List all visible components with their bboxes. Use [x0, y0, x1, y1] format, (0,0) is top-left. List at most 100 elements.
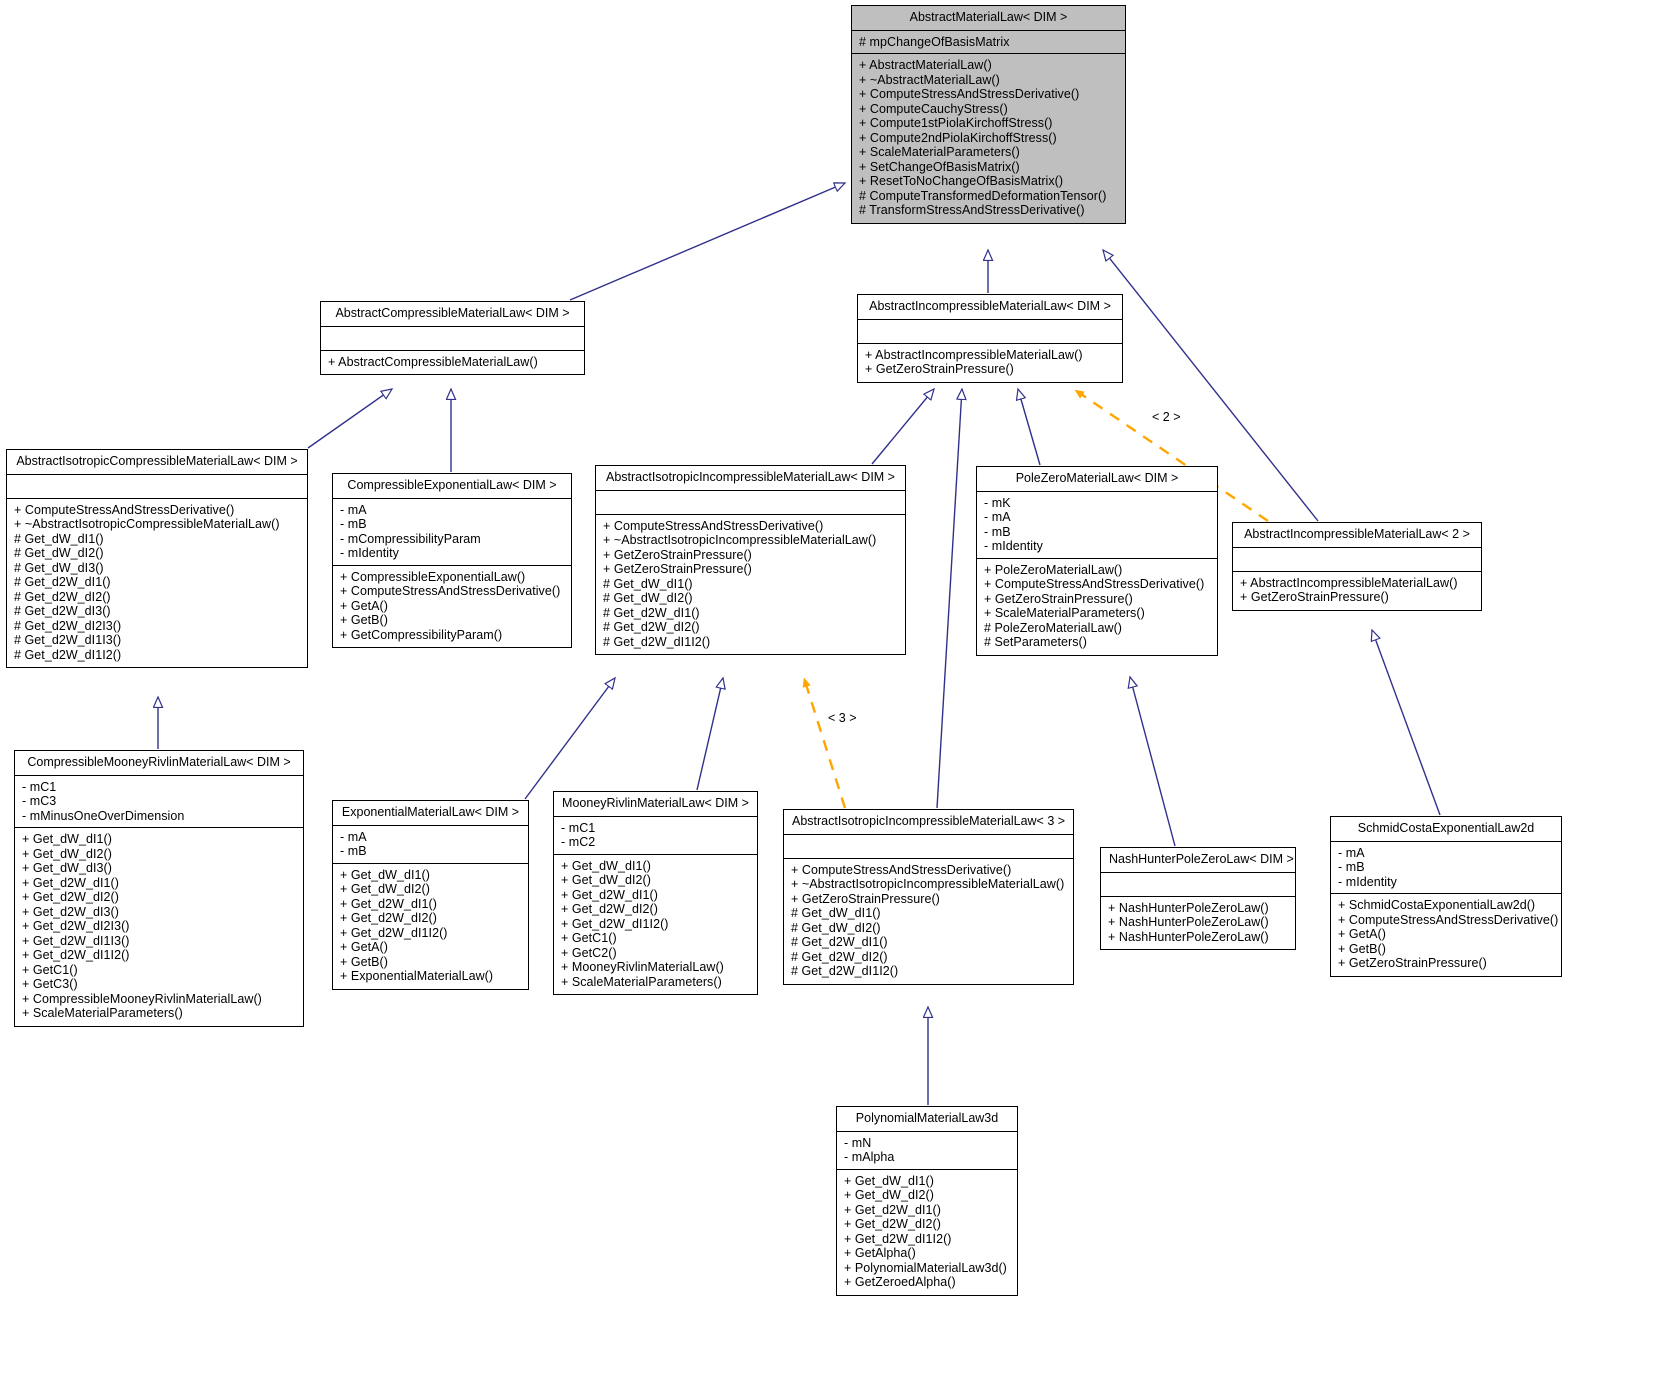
attribute: - mAlpha [844, 1150, 895, 1164]
operation: + Compute2ndPiolaKirchoffStress() [859, 130, 1057, 145]
class-title: PolynomialMaterialLaw3d [837, 1107, 1017, 1132]
operation: + ~AbstractMaterialLaw() [859, 72, 1000, 87]
class-title: CompressibleExponentialLaw< DIM > [333, 474, 571, 499]
operation: + Get_dW_dI2() [22, 846, 112, 861]
class-title: NashHunterPoleZeroLaw< DIM > [1101, 848, 1295, 873]
class-node-abstract-isotropic-compressible-material-law[interactable]: AbstractIsotropicCompressibleMaterialLaw… [6, 449, 308, 668]
class-title: MooneyRivlinMaterialLaw< DIM > [554, 792, 757, 817]
class-operations: + CompressibleExponentialLaw() + Compute… [333, 566, 571, 648]
class-node-abstract-isotropic-incompressible-material-law[interactable]: AbstractIsotropicIncompressibleMaterialL… [595, 465, 906, 655]
operation: + ~AbstractIsotropicIncompressibleMateri… [791, 877, 1065, 891]
class-node-polynomial-material-law-3d[interactable]: PolynomialMaterialLaw3d - mN - mAlpha + … [836, 1106, 1018, 1296]
operation: # Get_d2W_dI1() [14, 575, 111, 589]
operation: + Get_d2W_dI2() [340, 911, 437, 925]
operation: # Get_dW_dI2() [791, 920, 881, 935]
operation: # Get_dW_dI2() [603, 591, 693, 605]
operation: + NashHunterPoleZeroLaw() [1108, 929, 1269, 944]
operation: + GetA() [1338, 927, 1386, 941]
operation: # SetParameters() [984, 635, 1087, 649]
operation: + GetC2() [561, 945, 617, 960]
operation: + GetB() [1338, 941, 1386, 956]
operation: + GetA() [340, 940, 388, 954]
operation: + AbstractIncompressibleMaterialLaw() [865, 347, 1083, 362]
attribute: - mA [1338, 845, 1365, 860]
class-node-compressible-mooney-rivlin-material-law[interactable]: CompressibleMooneyRivlinMaterialLaw< DIM… [14, 750, 304, 1027]
operation: + Compute1stPiolaKirchoffStress() [859, 116, 1053, 130]
class-operations: + Get_dW_dI1() + Get_dW_dI2() + Get_d2W_… [554, 855, 757, 995]
operation: # Get_d2W_dI1I2() [791, 964, 899, 978]
class-operations: + ComputeStressAndStressDerivative() + ~… [7, 499, 307, 668]
class-node-nash-hunter-pole-zero-law[interactable]: NashHunterPoleZeroLaw< DIM > + NashHunte… [1100, 847, 1296, 950]
operation: # Get_dW_dI1() [14, 531, 104, 546]
class-node-abstract-incompressible-material-law-2[interactable]: AbstractIncompressibleMaterialLaw< 2 > +… [1232, 522, 1482, 611]
class-operations: + PoleZeroMaterialLaw() + ComputeStressA… [977, 559, 1217, 655]
class-title: AbstractIncompressibleMaterialLaw< 2 > [1233, 523, 1481, 548]
class-attributes [784, 835, 1073, 859]
class-node-mooney-rivlin-material-law[interactable]: MooneyRivlinMaterialLaw< DIM > - mC1 - m… [553, 791, 758, 995]
class-title: AbstractIsotropicIncompressibleMaterialL… [784, 810, 1073, 835]
operation: + ComputeStressAndStressDerivative() [859, 87, 1080, 101]
operation: + GetB() [340, 954, 388, 969]
operation: # Get_d2W_dI1I2() [603, 634, 711, 649]
operation: + GetC1() [22, 962, 78, 977]
class-node-abstract-incompressible-material-law[interactable]: AbstractIncompressibleMaterialLaw< DIM >… [857, 294, 1123, 383]
operation: + GetC1() [561, 931, 617, 945]
operation: # Get_d2W_dI2() [603, 620, 700, 634]
operation: + Get_d2W_dI1I2() [561, 916, 669, 931]
operation: + GetB() [340, 613, 388, 627]
operation: + Get_d2W_dI1() [561, 887, 658, 902]
operation: + Get_dW_dI1() [22, 832, 112, 846]
operation: + GetZeroStrainPressure() [1240, 590, 1389, 604]
operation: + GetCompressibilityParam() [340, 627, 503, 642]
operation: + Get_d2W_dI1I2() [844, 1231, 952, 1246]
operation: + ResetToNoChangeOfBasisMatrix() [859, 174, 1064, 188]
operation: + Get_dW_dI3() [22, 861, 112, 875]
class-operations: + AbstractMaterialLaw() + ~AbstractMater… [852, 54, 1125, 223]
attribute: # mpChangeOfBasisMatrix [859, 34, 1010, 49]
operation: + Get_d2W_dI1() [844, 1202, 941, 1217]
operation: + Get_d2W_dI2() [561, 902, 658, 916]
operation: # Get_d2W_dI1I2() [14, 647, 122, 662]
operation: + ScaleMaterialParameters() [22, 1006, 183, 1020]
attribute: - mK [984, 495, 1011, 510]
operation: + Get_dW_dI2() [561, 873, 651, 887]
class-title: AbstractIncompressibleMaterialLaw< DIM > [858, 295, 1122, 320]
attribute: - mC1 [22, 779, 57, 794]
operation: + AbstractMaterialLaw() [859, 58, 992, 72]
operation: + SetChangeOfBasisMatrix() [859, 159, 1020, 174]
class-node-schmid-costa-exponential-law-2d[interactable]: SchmidCostaExponentialLaw2d - mA - mB - … [1330, 816, 1562, 977]
operation: + Get_dW_dI1() [844, 1173, 934, 1188]
attribute: - mCompressibilityParam [340, 531, 481, 546]
operation: + ~AbstractIsotropicCompressibleMaterial… [14, 517, 280, 531]
operation: + ComputeStressAndStressDerivative() [14, 502, 235, 517]
class-attributes: # mpChangeOfBasisMatrix [852, 31, 1125, 54]
class-operations: + AbstractIncompressibleMaterialLaw() + … [1233, 572, 1481, 610]
attribute: - mB [340, 517, 367, 531]
class-title: AbstractIsotropicCompressibleMaterialLaw… [7, 450, 307, 475]
operation: # PoleZeroMaterialLaw() [984, 620, 1123, 635]
operation: + CompressibleMooneyRivlinMaterialLaw() [22, 991, 262, 1006]
class-node-compressible-exponential-law[interactable]: CompressibleExponentialLaw< DIM > - mA -… [332, 473, 572, 648]
class-node-abstract-compressible-material-law[interactable]: AbstractCompressibleMaterialLaw< DIM > +… [320, 301, 585, 375]
class-attributes: - mC1 - mC3 - mMinusOneOverDimension [15, 776, 303, 828]
class-node-abstract-isotropic-incompressible-material-law-3[interactable]: AbstractIsotropicIncompressibleMaterialL… [783, 809, 1074, 985]
class-node-abstract-material-law[interactable]: AbstractMaterialLaw< DIM > # mpChangeOfB… [851, 5, 1126, 224]
class-attributes: - mN - mAlpha [837, 1132, 1017, 1170]
relationship-edges [0, 0, 1441, 1105]
operation: + AbstractCompressibleMaterialLaw() [328, 354, 538, 369]
class-operations: + SchmidCostaExponentialLaw2d() + Comput… [1331, 894, 1561, 976]
operation: + MooneyRivlinMaterialLaw() [561, 960, 724, 974]
attribute: - mB [340, 844, 367, 858]
operation: + ScaleMaterialParameters() [859, 145, 1020, 159]
operation: + SchmidCostaExponentialLaw2d() [1338, 898, 1536, 912]
class-operations: + ComputeStressAndStressDerivative() + ~… [784, 859, 1073, 984]
attribute: - mA [340, 829, 367, 844]
operation: + Get_dW_dI1() [340, 867, 430, 882]
class-attributes [858, 320, 1122, 344]
class-node-exponential-material-law[interactable]: ExponentialMaterialLaw< DIM > - mA - mB … [332, 800, 529, 990]
class-attributes [7, 475, 307, 499]
class-node-pole-zero-material-law[interactable]: PoleZeroMaterialLaw< DIM > - mK - mA - m… [976, 466, 1218, 656]
operation: + Get_dW_dI2() [844, 1188, 934, 1202]
operation: + GetZeroStrainPressure() [984, 591, 1133, 606]
operation: + ComputeStressAndStressDerivative() [791, 862, 1012, 877]
